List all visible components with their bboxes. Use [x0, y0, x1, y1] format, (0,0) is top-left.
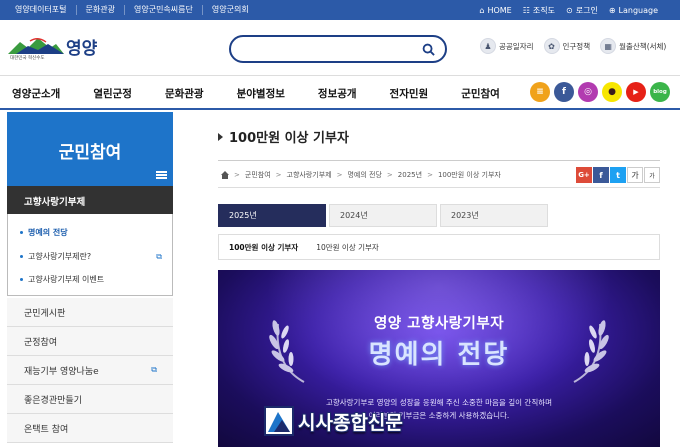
banner-title: 명예의 전당 [368, 340, 510, 370]
share-tools: G+ f t 가 가 [576, 167, 660, 183]
tab-2023[interactable]: 2023년 [440, 204, 548, 227]
search-icon[interactable] [422, 43, 435, 56]
search-box [229, 35, 447, 63]
top-utility-bar: 영양데이터포털 문화관광 영양군민속씨름단 영양군의회 ⌂ HOME ☷ 조직도 ⊙… [0, 0, 680, 20]
globe-icon: ⊕ [608, 5, 616, 15]
nav-item-culture[interactable]: 문화관광 [165, 86, 204, 101]
top-link-ssireum[interactable]: 영양군민속씨름단 [125, 5, 203, 15]
home-icon: ⌂ [479, 5, 485, 15]
breadcrumb-item[interactable]: 군민참여 [245, 170, 271, 180]
breadcrumb-item[interactable]: 2025년 [398, 170, 422, 180]
lock-icon: ⊙ [566, 5, 573, 15]
tab-donors-100k[interactable]: 10만원 이상 기부자 [316, 242, 379, 253]
hamburger-icon[interactable] [156, 171, 167, 179]
font-size-up-button[interactable]: 가 [627, 167, 643, 183]
title-arrow-icon [218, 132, 223, 141]
site-header: 영양 대한민국 혁신수도 ♟ 공공일자리 ✿ 인구정책 ▦ 월출산책(서체) [0, 20, 680, 76]
bullet-icon [20, 255, 23, 258]
nav-item-participation[interactable]: 군민참여 [461, 86, 500, 101]
sidebar-list: 군민게시판 군정참여 재능기부 영양나눔e ⧉ 좋은경관만들기 온택트 참여 [7, 298, 173, 443]
site-logo[interactable]: 영양 대한민국 혁신수도 [8, 34, 100, 62]
page-title: 100만원 이상 기부자 [218, 127, 349, 146]
watermark-text: 시사종합신문 [298, 412, 403, 434]
sidebar: 군민참여 고향사랑기부제 명예의 전당 고향사랑기부제란? ⧉ 고향사랑기부제 … [7, 112, 173, 447]
nav-item-civil[interactable]: 전자민원 [390, 86, 429, 101]
sidebar-section-hometown[interactable]: 고향사랑기부제 [7, 186, 173, 214]
breadcrumb-item[interactable]: 100만원 이상 기부자 [438, 170, 501, 180]
nav-item-fields[interactable]: 분야별정보 [237, 86, 285, 101]
social-links: ≡ f ◎ ● ▶ blog [530, 82, 670, 102]
breadcrumb-item[interactable]: 명예의 전당 [347, 170, 381, 180]
google-plus-icon[interactable]: G+ [576, 167, 592, 183]
policy-icon: ✿ [543, 38, 560, 54]
home-icon[interactable] [221, 171, 229, 179]
search-input[interactable] [243, 41, 413, 57]
blog-icon[interactable]: blog [650, 82, 670, 102]
sitemap-icon: ☷ [522, 5, 530, 15]
sidebar-item-ontact[interactable]: 온택트 참여 [7, 414, 173, 443]
bullet-icon [20, 278, 23, 281]
main-nav: 영양군소개 열린군정 문화관광 분야별정보 정보공개 전자민원 군민참여 ≡ f… [0, 76, 680, 110]
tab-donors-1m[interactable]: 100만원 이상 기부자 [229, 242, 298, 253]
nav-item-disclosure[interactable]: 정보공개 [318, 86, 357, 101]
quick-link-jobs[interactable]: ♟ 공공일자리 [480, 38, 534, 54]
facebook-share-icon[interactable]: f [593, 167, 609, 183]
language-link[interactable]: ⊕ Language [609, 6, 658, 15]
sidebar-sub-item-hall-of-fame[interactable]: 명예의 전당 [20, 227, 160, 238]
sidebar-item-talent-donation[interactable]: 재능기부 영양나눔e ⧉ [7, 356, 173, 385]
quick-links: ♟ 공공일자리 ✿ 인구정책 ▦ 월출산책(서체) [480, 38, 666, 54]
sidebar-header: 군민참여 [7, 112, 173, 186]
calendar-icon: ▦ [600, 38, 617, 54]
top-links: 영양데이터포털 문화관광 영양군민속씨름단 영양군의회 [6, 0, 258, 20]
external-link-icon: ⧉ [156, 251, 162, 261]
sidebar-sub-item-event[interactable]: 고향사랑기부제 이벤트 [20, 274, 160, 285]
nav-item-about[interactable]: 영양군소개 [12, 86, 60, 101]
sidebar-sub-item-about[interactable]: 고향사랑기부제란? ⧉ [20, 251, 162, 262]
main-nav-items: 영양군소개 열린군정 문화관광 분야별정보 정보공개 전자민원 군민참여 [12, 76, 533, 110]
job-icon: ♟ [480, 38, 496, 54]
quick-link-calendar[interactable]: ▦ 월출산책(서체) [600, 38, 666, 54]
kakao-icon[interactable]: ● [602, 82, 622, 102]
facebook-icon[interactable]: f [554, 82, 574, 102]
donor-tabs: 100만원 이상 기부자 10만원 이상 기부자 [218, 234, 660, 260]
home-link[interactable]: ⌂ HOME [479, 6, 511, 15]
breadcrumb: > 군민참여 > 고향사랑기부제 > 명예의 전당 > 2025년 > 100만… [221, 170, 501, 180]
external-link-icon: ⧉ [151, 365, 157, 374]
newspaper-logo-icon [264, 406, 294, 436]
sidebar-item-gov-participation[interactable]: 군정참여 [7, 327, 173, 356]
bullet-icon [20, 231, 23, 234]
top-link-culture-tour[interactable]: 문화관광 [77, 5, 125, 15]
sidebar-item-landscape[interactable]: 좋은경관만들기 [7, 385, 173, 414]
youtube-icon[interactable]: ▶ [626, 82, 646, 102]
login-link[interactable]: ⊙ 로그인 [566, 5, 598, 16]
sidebar-title: 군민참여 [58, 143, 122, 163]
quick-link-population[interactable]: ✿ 인구정책 [543, 38, 590, 54]
sidebar-submenu: 명예의 전당 고향사랑기부제란? ⧉ 고향사랑기부제 이벤트 [7, 214, 173, 296]
mountain-logo-icon [8, 38, 64, 54]
sidebar-item-board[interactable]: 군민게시판 [7, 298, 173, 327]
tab-2025[interactable]: 2025년 [218, 204, 326, 227]
top-link-data-portal[interactable]: 영양데이터포털 [6, 5, 77, 15]
top-link-council[interactable]: 영양군의회 [203, 5, 258, 15]
menu-icon[interactable]: ≡ [530, 82, 550, 102]
breadcrumb-bar: > 군민참여 > 고향사랑기부제 > 명예의 전당 > 2025년 > 100만… [218, 160, 660, 188]
watermark: 시사종합신문 [264, 404, 422, 438]
breadcrumb-item[interactable]: 고향사랑기부제 [287, 170, 332, 180]
twitter-share-icon[interactable]: t [610, 167, 626, 183]
instagram-icon[interactable]: ◎ [578, 82, 598, 102]
logo-subtitle: 대한민국 혁신수도 [10, 56, 45, 61]
tab-2024[interactable]: 2024년 [329, 204, 437, 227]
top-util-links: ⌂ HOME ☷ 조직도 ⊙ 로그인 ⊕ Language [479, 0, 658, 20]
nav-item-open-gov[interactable]: 열린군정 [93, 86, 132, 101]
banner-heading: 영양 고향사랑기부자 [373, 316, 505, 332]
logo-text: 영양 [66, 39, 98, 59]
font-size-down-button[interactable]: 가 [644, 167, 660, 183]
sitemap-link[interactable]: ☷ 조직도 [523, 5, 555, 16]
year-tabs: 2025년 2024년 2023년 [218, 204, 548, 228]
